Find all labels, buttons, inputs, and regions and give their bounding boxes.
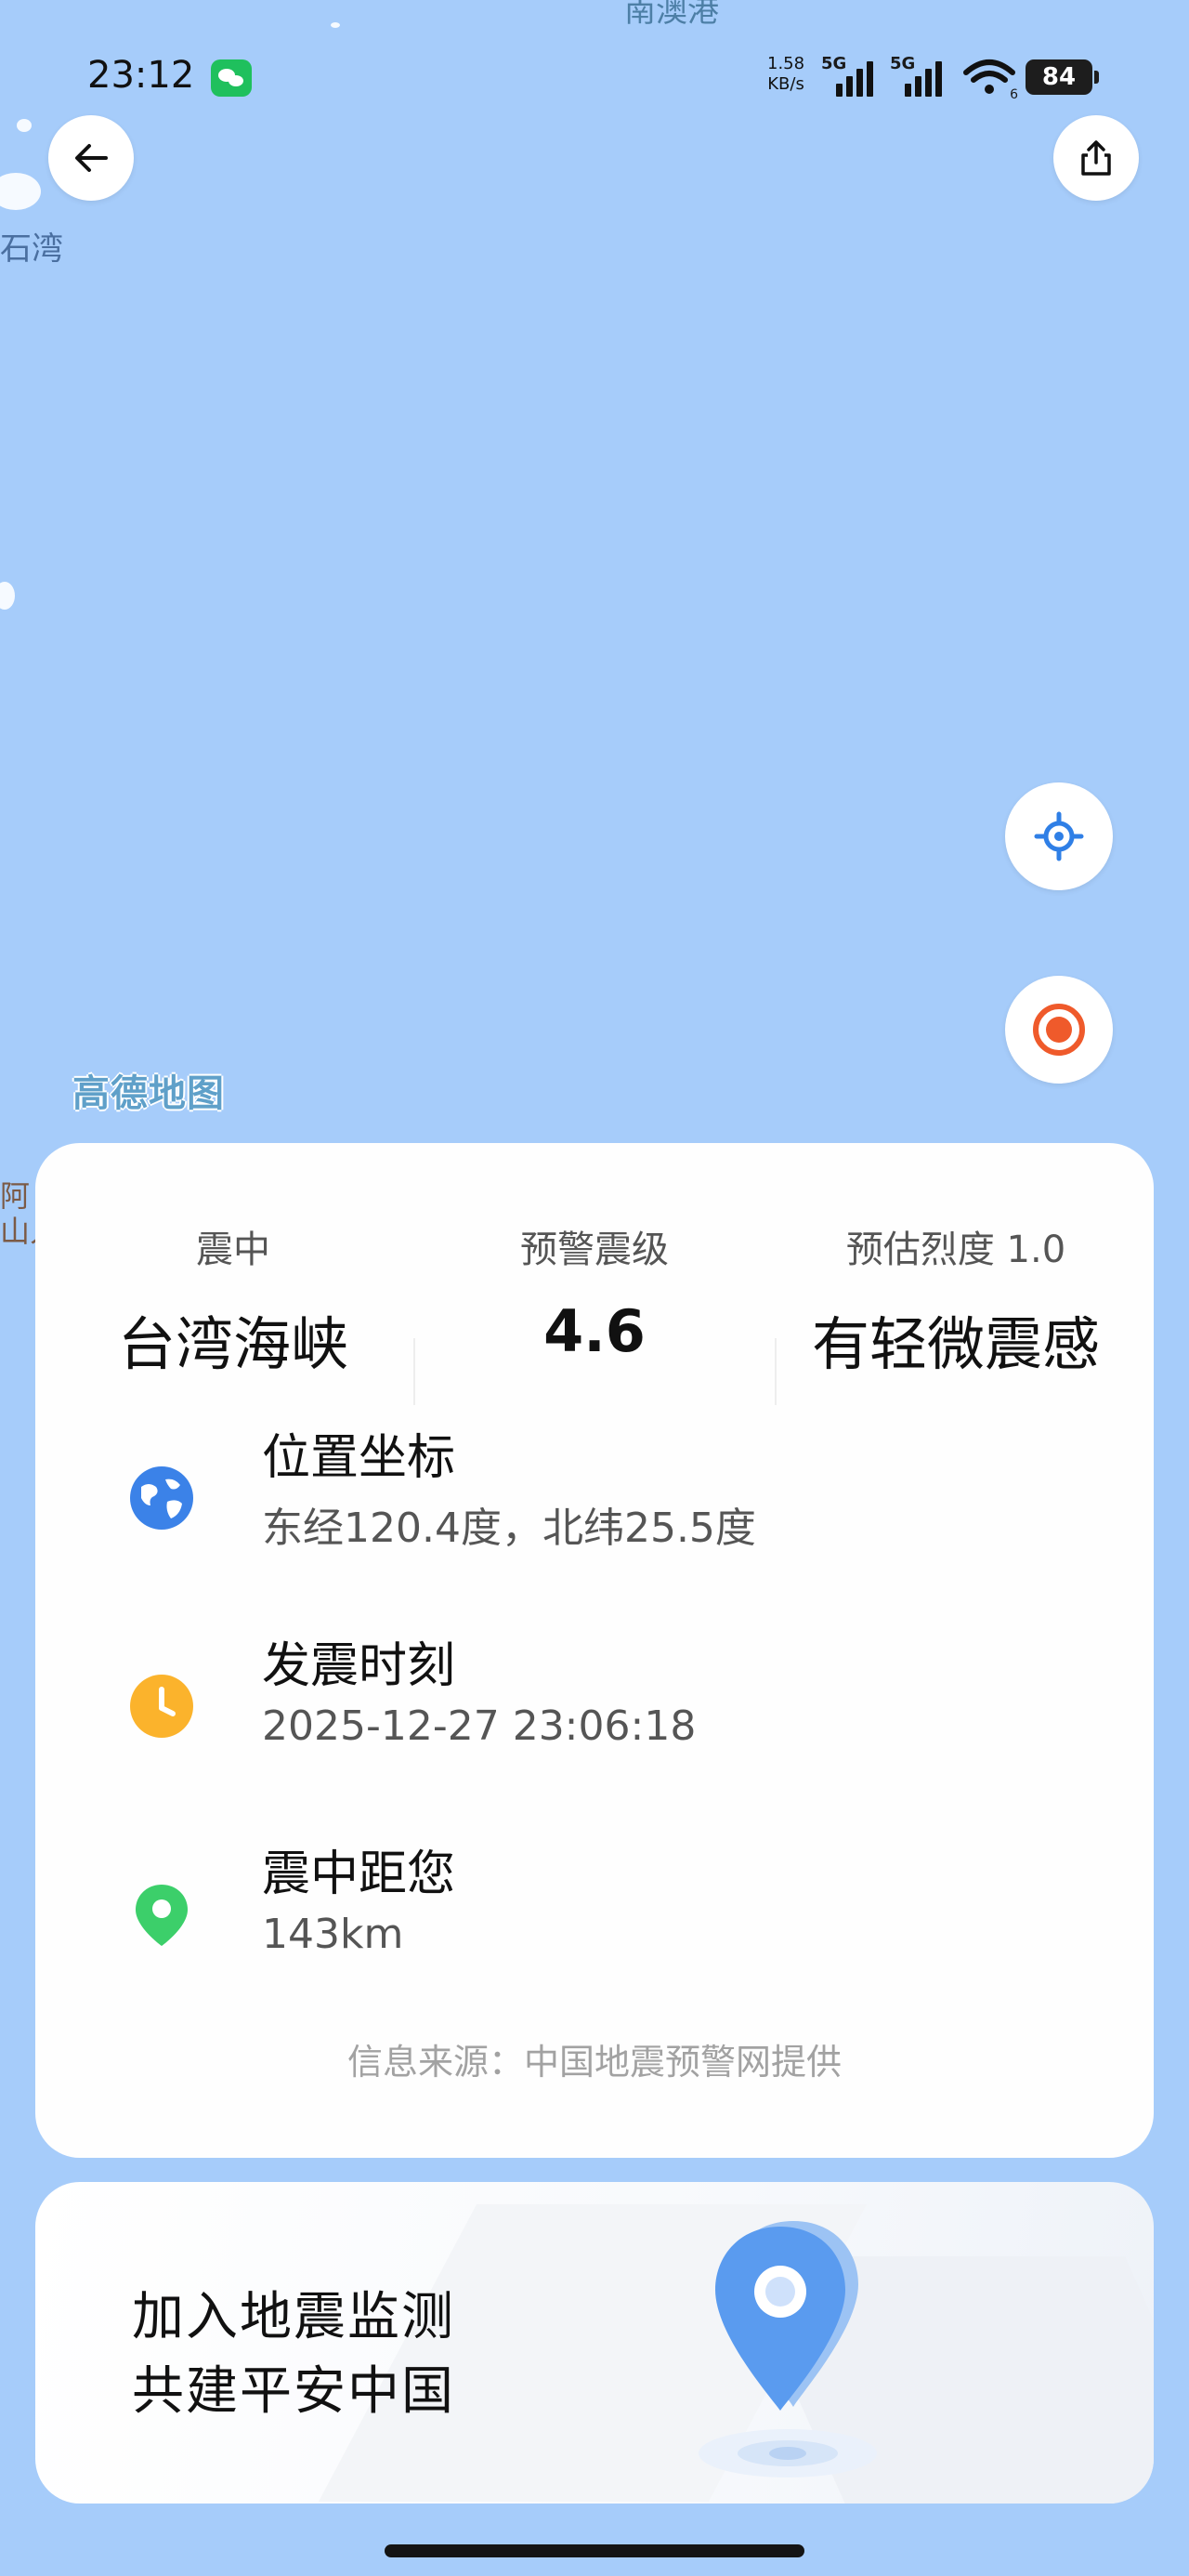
location-title: 位置坐标 — [262, 1430, 456, 1486]
intensity-summary: 预估烈度 1.0 有轻微震感 — [775, 1219, 1137, 1381]
location-pin-icon — [136, 1885, 188, 1946]
magnitude-label: 预警震级 — [520, 1229, 669, 1271]
locate-me-button[interactable] — [1005, 782, 1113, 890]
back-button[interactable] — [48, 115, 134, 201]
map-island — [0, 173, 41, 210]
quake-summary: 震中 台湾海峡 预警震级 4.6 预估烈度 1.0 有轻微震感 — [35, 1219, 1154, 1405]
locate-icon — [1034, 811, 1084, 861]
banner-line-1: 加入地震监测 — [132, 2287, 455, 2347]
intensity-value: 有轻微震感 — [811, 1310, 1100, 1378]
intensity-label: 预估烈度 1.0 — [845, 1229, 1066, 1271]
wifi-version: 6 — [1010, 87, 1018, 102]
map-place-label: 石湾 — [0, 230, 63, 268]
distance-row: 震中距您 143km — [35, 1834, 1154, 2002]
time-row: 发震时刻 2025-12-27 23:06:18 — [35, 1626, 1154, 1794]
map-island — [0, 582, 15, 610]
distance-value: 143km — [262, 1911, 404, 1958]
status-bar: 23:12 1.58 KB/s 5G 5G 6 84 — [0, 0, 1189, 158]
home-indicator[interactable] — [385, 2544, 804, 2557]
epicenter-label: 震中 — [196, 1229, 270, 1271]
cell-signal-icon: 5G — [890, 54, 946, 97]
join-monitoring-banner[interactable]: 加入地震监测 共建平安中国 — [35, 2182, 1154, 2504]
time-title: 发震时刻 — [262, 1638, 456, 1694]
globe-icon — [130, 1466, 193, 1530]
time-value: 2025-12-27 23:06:18 — [262, 1702, 697, 1750]
wifi-icon: 6 — [962, 58, 1018, 102]
quake-target-icon — [1033, 1004, 1085, 1056]
location-value: 东经120.4度，北纬25.5度 — [262, 1505, 756, 1552]
location-pin-illustration-icon — [699, 2221, 877, 2477]
back-arrow-icon — [75, 144, 108, 172]
share-icon — [1081, 140, 1111, 176]
network-speed-value: 1.58 — [767, 54, 805, 73]
info-source: 信息来源：中国地震预警网提供 — [346, 2042, 842, 2083]
status-time: 23:12 — [87, 54, 195, 97]
network-speed-unit: KB/s — [767, 74, 804, 94]
cell-signal-icon: 5G — [821, 54, 877, 97]
epicenter-summary: 震中 台湾海峡 — [52, 1219, 414, 1381]
magnitude-value: 4.6 — [543, 1297, 646, 1365]
earthquake-info-card: 震中 台湾海峡 预警震级 4.6 预估烈度 1.0 有轻微震感 位置坐标 东经1… — [35, 1143, 1154, 2158]
epicenter-value: 台湾海峡 — [117, 1310, 348, 1378]
banner-line-2: 共建平安中国 — [132, 2361, 455, 2422]
battery-level: 84 — [1026, 59, 1099, 95]
wechat-icon — [211, 59, 252, 97]
share-button[interactable] — [1053, 115, 1139, 201]
signal-type: 5G — [890, 54, 916, 73]
map-watermark: 高德地图 — [72, 1072, 225, 1115]
distance-title: 震中距您 — [262, 1847, 456, 1902]
network-speed: 1.58 KB/s — [767, 54, 804, 95]
clock-icon — [130, 1675, 193, 1738]
location-row: 位置坐标 东经120.4度，北纬25.5度 — [35, 1418, 1154, 1585]
magnitude-summary: 预警震级 4.6 — [413, 1219, 776, 1365]
epicenter-focus-button[interactable] — [1005, 976, 1113, 1084]
signal-type: 5G — [821, 54, 847, 73]
